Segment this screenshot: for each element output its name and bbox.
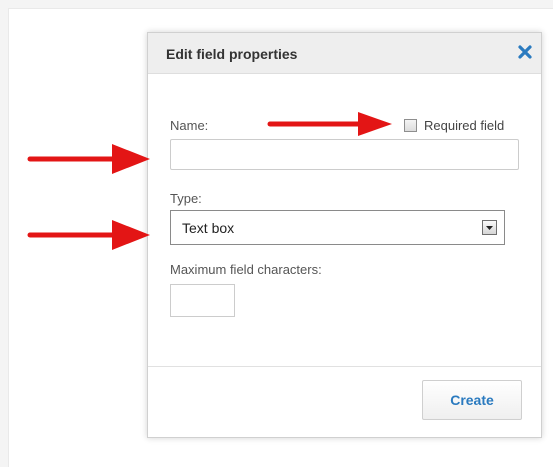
required-field-label[interactable]: Required field <box>424 118 504 133</box>
max-characters-input[interactable] <box>170 284 235 317</box>
dialog-title: Edit field properties <box>166 46 298 62</box>
type-select[interactable]: Text box <box>170 210 505 245</box>
type-select-value: Text box <box>182 220 235 236</box>
create-button[interactable]: Create <box>422 380 522 420</box>
arrow-to-checkbox-icon <box>267 112 392 136</box>
arrow-to-type-select-icon <box>27 220 150 250</box>
name-input[interactable] <box>170 139 519 170</box>
required-field-checkbox[interactable] <box>404 119 417 132</box>
footer-divider <box>148 366 541 367</box>
dropdown-arrow-icon[interactable] <box>482 220 497 235</box>
dialog-header: Edit field properties <box>148 33 541 74</box>
max-characters-label: Maximum field characters: <box>170 262 322 277</box>
close-icon[interactable] <box>515 42 535 62</box>
name-label: Name: <box>170 118 209 133</box>
arrow-to-name-input-icon <box>27 144 150 174</box>
type-label: Type: <box>170 191 202 206</box>
edit-field-properties-dialog: Edit field properties Name: Required fie… <box>147 32 542 438</box>
